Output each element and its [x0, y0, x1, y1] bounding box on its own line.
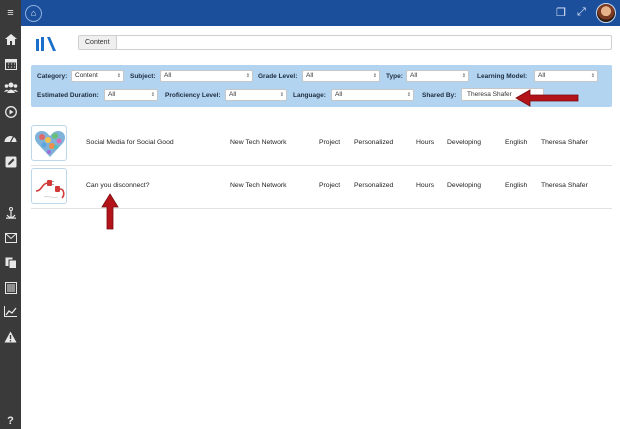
- learning-model-label: Learning Model:: [477, 73, 528, 80]
- home-button[interactable]: ⌂: [25, 5, 42, 22]
- avatar[interactable]: [596, 3, 616, 23]
- grade-level-label: Grade Level:: [258, 73, 298, 80]
- warning-icon[interactable]: [2, 331, 19, 345]
- list-icon[interactable]: [2, 282, 19, 296]
- calendar-icon[interactable]: [2, 58, 19, 72]
- result-title[interactable]: Can you disconnect?: [86, 182, 149, 189]
- app-logo: [36, 37, 56, 51]
- result-type: Project: [319, 182, 341, 189]
- type-label: Type:: [386, 73, 403, 80]
- proficiency-level-label: Proficiency Level:: [165, 92, 221, 99]
- unplugged-cord-thumbnail[interactable]: [31, 168, 67, 204]
- estimated-duration-label: Estimated Duration:: [37, 92, 99, 99]
- result-language: English: [505, 182, 528, 189]
- result-network: New Tech Network: [230, 182, 287, 189]
- estimated-duration-select[interactable]: All ⇕: [104, 89, 158, 101]
- mail-icon[interactable]: [2, 233, 19, 247]
- result-shared-by: Theresa Shafer: [541, 139, 588, 146]
- language-select[interactable]: All ⇕: [331, 89, 414, 101]
- subject-label: Subject:: [130, 73, 156, 80]
- result-model: Personalized: [354, 139, 394, 146]
- result-duration: Hours: [416, 139, 435, 146]
- result-language: English: [505, 139, 528, 146]
- search-scope-label[interactable]: Content: [79, 36, 117, 49]
- copy-icon[interactable]: [2, 257, 19, 271]
- chart-icon[interactable]: [2, 306, 19, 320]
- help-icon[interactable]: ?: [2, 414, 19, 428]
- result-model: Personalized: [354, 182, 394, 189]
- category-label: Category:: [37, 73, 68, 80]
- dashboard-icon[interactable]: [2, 132, 19, 146]
- expand-icon[interactable]: ⤢: [577, 6, 586, 19]
- result-duration: Hours: [416, 182, 435, 189]
- result-title[interactable]: Social Media for Social Good: [86, 139, 174, 146]
- users-icon[interactable]: [2, 82, 19, 96]
- result-row[interactable]: Social Media for Social Good New Tech Ne…: [31, 123, 612, 166]
- content-search[interactable]: Content: [78, 35, 612, 50]
- result-shared-by: Theresa Shafer: [541, 182, 588, 189]
- top-bar: ⌂ ❐ ⤢: [0, 0, 620, 26]
- result-proficiency: Developing: [447, 139, 482, 146]
- result-network: New Tech Network: [230, 139, 287, 146]
- shared-by-label: Shared By:: [422, 92, 457, 99]
- menu-icon[interactable]: ≡: [2, 6, 19, 20]
- heart-collage-thumbnail[interactable]: [31, 125, 67, 161]
- annotation-arrow-up: [101, 193, 119, 230]
- home-icon[interactable]: [2, 34, 19, 48]
- result-proficiency: Developing: [447, 182, 482, 189]
- type-select[interactable]: All ⇕: [406, 70, 469, 82]
- play-icon[interactable]: [2, 106, 19, 120]
- learning-model-select[interactable]: All ⇕: [534, 70, 598, 82]
- subject-select[interactable]: All ⇕: [160, 70, 253, 82]
- copy-icon[interactable]: ❐: [556, 6, 566, 19]
- anchor-icon[interactable]: [2, 207, 19, 221]
- annotation-arrow-left: [515, 89, 579, 107]
- category-select[interactable]: Content ⇕: [71, 70, 124, 82]
- edit-icon[interactable]: [2, 156, 19, 170]
- proficiency-level-select[interactable]: All ⇕: [225, 89, 287, 101]
- language-label: Language:: [293, 92, 326, 99]
- sidebar: ≡ ?: [0, 0, 21, 429]
- grade-level-select[interactable]: All ⇕: [302, 70, 380, 82]
- result-type: Project: [319, 139, 341, 146]
